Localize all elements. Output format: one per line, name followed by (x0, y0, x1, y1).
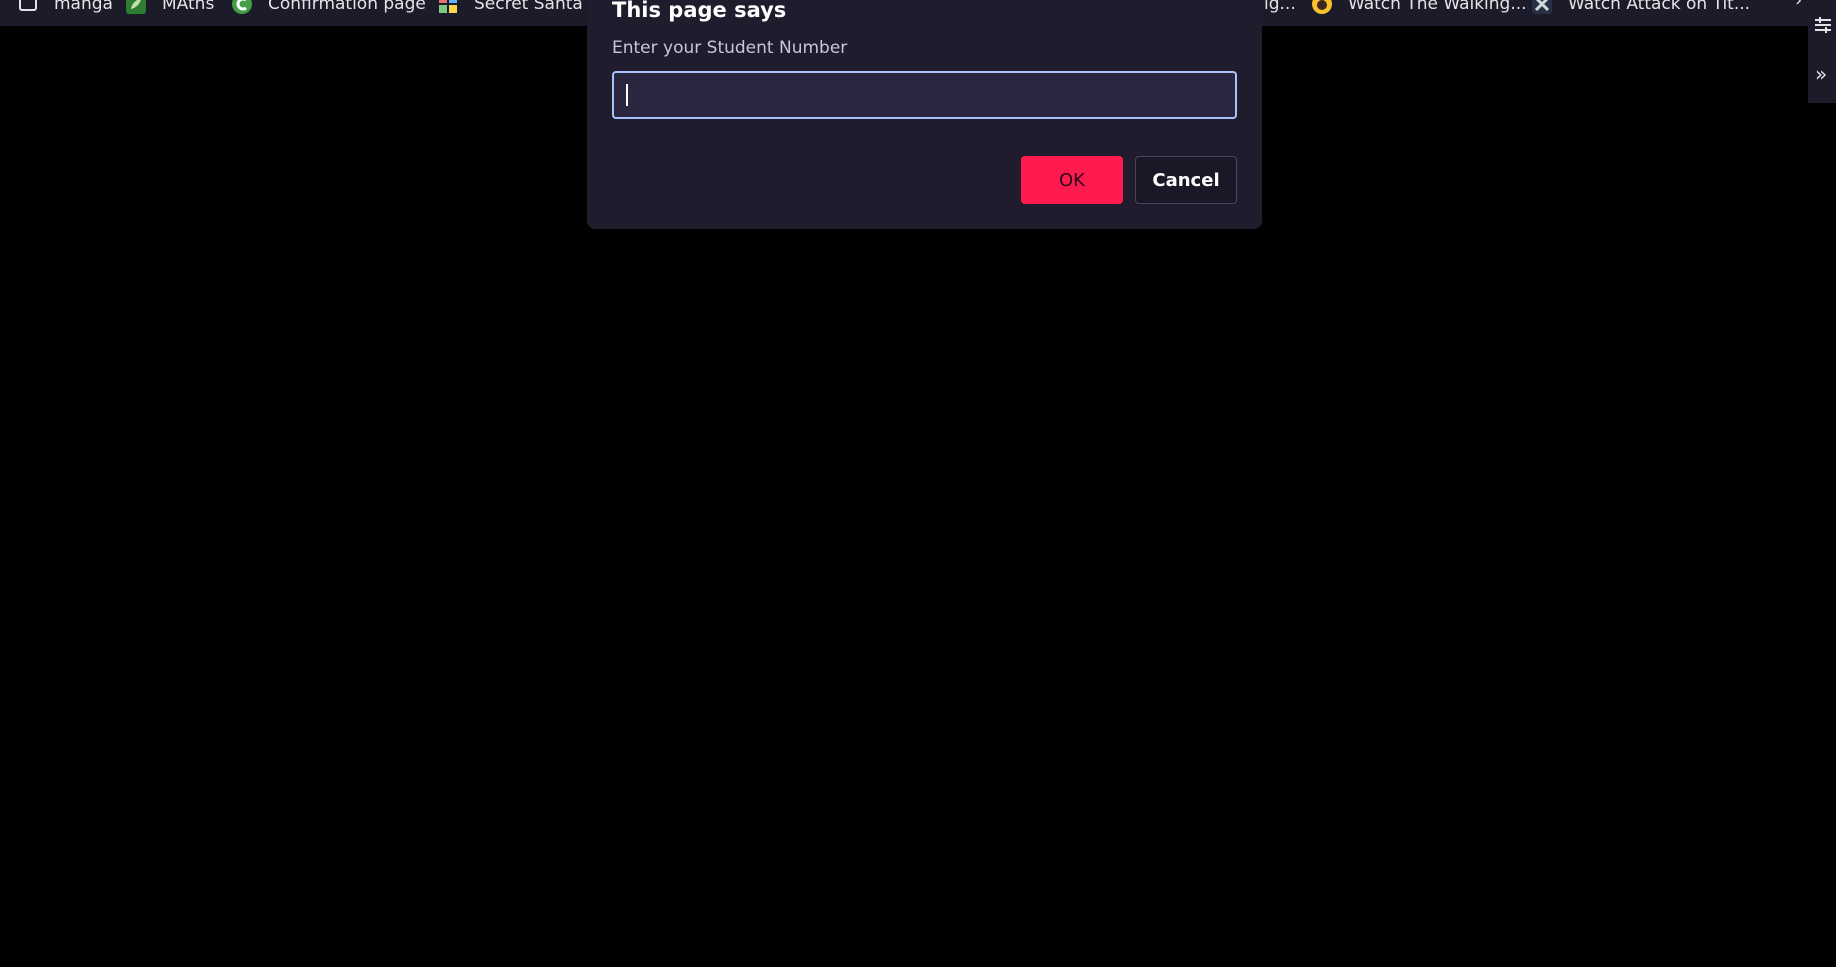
dialog-title: This page says (612, 0, 787, 22)
bookmark-label: manga (54, 0, 113, 14)
ok-button[interactable]: OK (1021, 156, 1123, 204)
expand-panel-icon[interactable]: » (1815, 64, 1827, 84)
bookmark-confirmation-page[interactable]: Confirmation page (232, 0, 426, 17)
bookmark-label: Watch Attack on Tit... (1568, 0, 1751, 14)
student-number-input[interactable] (612, 71, 1237, 119)
bookmarks-overflow-chevron-icon[interactable]: › (1795, 0, 1802, 11)
leaf-favicon-icon (126, 0, 146, 14)
bookmark-secret-santa[interactable]: Secret Santa O (438, 0, 586, 17)
grid-favicon-icon (439, 0, 457, 13)
bookmark-maths[interactable]: MAths (126, 0, 214, 17)
green-c-favicon-icon (232, 0, 252, 14)
bookmark-label: MAths (162, 0, 215, 14)
cancel-button[interactable]: Cancel (1135, 156, 1237, 204)
folder-icon (19, 0, 37, 11)
browser-viewport: manga MAths Confirmation page Secret San… (0, 0, 1836, 967)
bookmark-label: Secret Santa O (474, 0, 586, 14)
bookmark-truncated[interactable]: ig... (1264, 0, 1296, 17)
star-favicon-icon (1532, 0, 1552, 14)
bookmark-label: Watch The Walking... (1348, 0, 1527, 14)
bookmark-label: Confirmation page (268, 0, 426, 14)
text-caret (626, 84, 628, 106)
yellow-face-favicon-icon (1312, 0, 1332, 14)
bookmark-label: ig... (1264, 0, 1296, 14)
dialog-message: Enter your Student Number (612, 38, 848, 58)
side-panel-strip: » (1808, 0, 1836, 103)
prompt-dialog: This page says Enter your Student Number… (587, 0, 1262, 229)
bookmark-manga[interactable]: manga (18, 0, 113, 17)
bookmark-walking-dead[interactable]: Watch The Walking... (1312, 0, 1527, 17)
bookmark-attack-on-titan[interactable]: Watch Attack on Tit... (1532, 0, 1750, 17)
tune-icon[interactable] (1814, 16, 1832, 34)
